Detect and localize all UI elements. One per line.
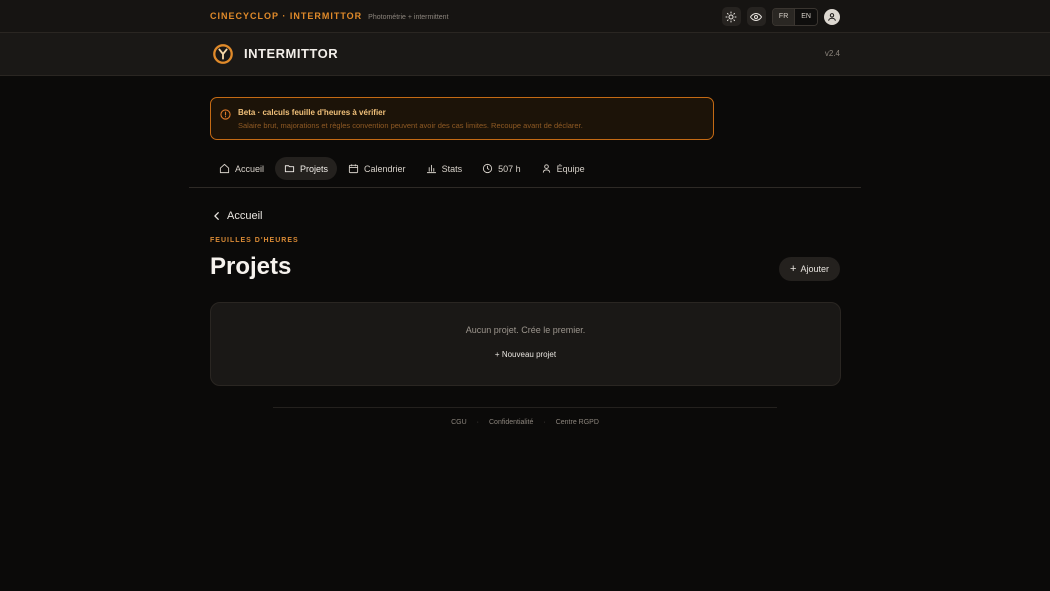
new-project-link[interactable]: + Nouveau projet (211, 350, 840, 359)
nav-divider (189, 187, 861, 188)
bar-chart-icon (426, 164, 436, 174)
clock-icon (482, 163, 493, 174)
sun-icon (725, 11, 737, 22)
footer: CGU · Confidentialité · Centre RGPD (0, 419, 1050, 426)
account-avatar[interactable] (824, 8, 840, 25)
language-switcher: FR EN (771, 7, 818, 26)
nav-label: Stats (441, 163, 463, 174)
app-logo-icon[interactable] (212, 43, 234, 65)
brand-name: CINECYCLOP · INTERMITTOR (210, 11, 363, 21)
nav-item-stats[interactable]: Stats (417, 157, 472, 180)
user-icon (828, 12, 836, 21)
brand-strip: CINECYCLOP · INTERMITTOR Photométrie + i… (210, 11, 449, 21)
app-version: v2.4 (824, 49, 840, 58)
lang-en-button[interactable]: EN (794, 8, 817, 25)
add-project-button[interactable]: + Ajouter (779, 257, 840, 281)
nav-item-accueil[interactable]: Accueil (210, 157, 273, 180)
folder-icon (284, 165, 295, 173)
footer-link-rgpd[interactable]: Centre RGPD (556, 419, 599, 426)
nav-label: Projets (300, 163, 329, 174)
nav-label: Accueil (235, 163, 265, 174)
footer-divider (273, 407, 777, 408)
empty-state-text: Aucun projet. Crée le premier. (465, 325, 586, 335)
app-header: INTERMITTOR v2.4 (0, 33, 1050, 76)
warning-icon (220, 109, 231, 120)
footer-link-confidentialite[interactable]: Confidentialité (489, 419, 533, 426)
lang-fr-button[interactable]: FR (772, 8, 795, 25)
back-link[interactable]: Accueil (212, 210, 262, 222)
calendar-icon (348, 164, 359, 174)
top-bar: CINECYCLOP · INTERMITTOR Photométrie + i… (0, 0, 1050, 33)
nav-label: Équipe (556, 163, 585, 174)
banner-text: Salaire brut, majorations et règles conv… (238, 121, 583, 130)
footer-separator: · (543, 419, 546, 426)
section-eyebrow: FEUILLES D'HEURES (210, 237, 299, 244)
nav-label: Calendrier (364, 163, 406, 174)
footer-separator: · (476, 419, 479, 426)
plus-icon: + (790, 263, 797, 275)
app-title: INTERMITTOR (244, 46, 339, 61)
chevron-left-icon (214, 212, 219, 220)
brand-tagline: Photométrie + intermittent (368, 14, 449, 21)
user-icon (542, 164, 550, 173)
banner-title: Beta · calculs feuille d'heures à vérifi… (238, 108, 386, 117)
home-icon (219, 163, 230, 174)
nav-item-heures[interactable]: 507 h (473, 157, 530, 180)
footer-link-cgu[interactable]: CGU (451, 419, 467, 426)
beta-warning-banner: Beta · calculs feuille d'heures à vérifi… (210, 97, 714, 140)
theme-toggle-button[interactable] (721, 7, 741, 26)
back-link-label: Accueil (227, 210, 263, 222)
nav-item-projets[interactable]: Projets (275, 157, 338, 180)
main-nav: Accueil Projets Calendrier Stats 507 h É… (210, 157, 594, 180)
top-actions: FR EN (721, 7, 840, 26)
nav-label: 507 h (498, 163, 521, 174)
nav-item-equipe[interactable]: Équipe (532, 157, 594, 180)
page-title: Projets (210, 253, 292, 280)
add-button-label: Ajouter (800, 264, 829, 274)
nav-item-calendrier[interactable]: Calendrier (339, 157, 415, 180)
visibility-toggle-button[interactable] (746, 7, 766, 26)
eye-icon (750, 12, 763, 21)
empty-state-card: Aucun projet. Crée le premier. + Nouveau… (210, 302, 841, 386)
